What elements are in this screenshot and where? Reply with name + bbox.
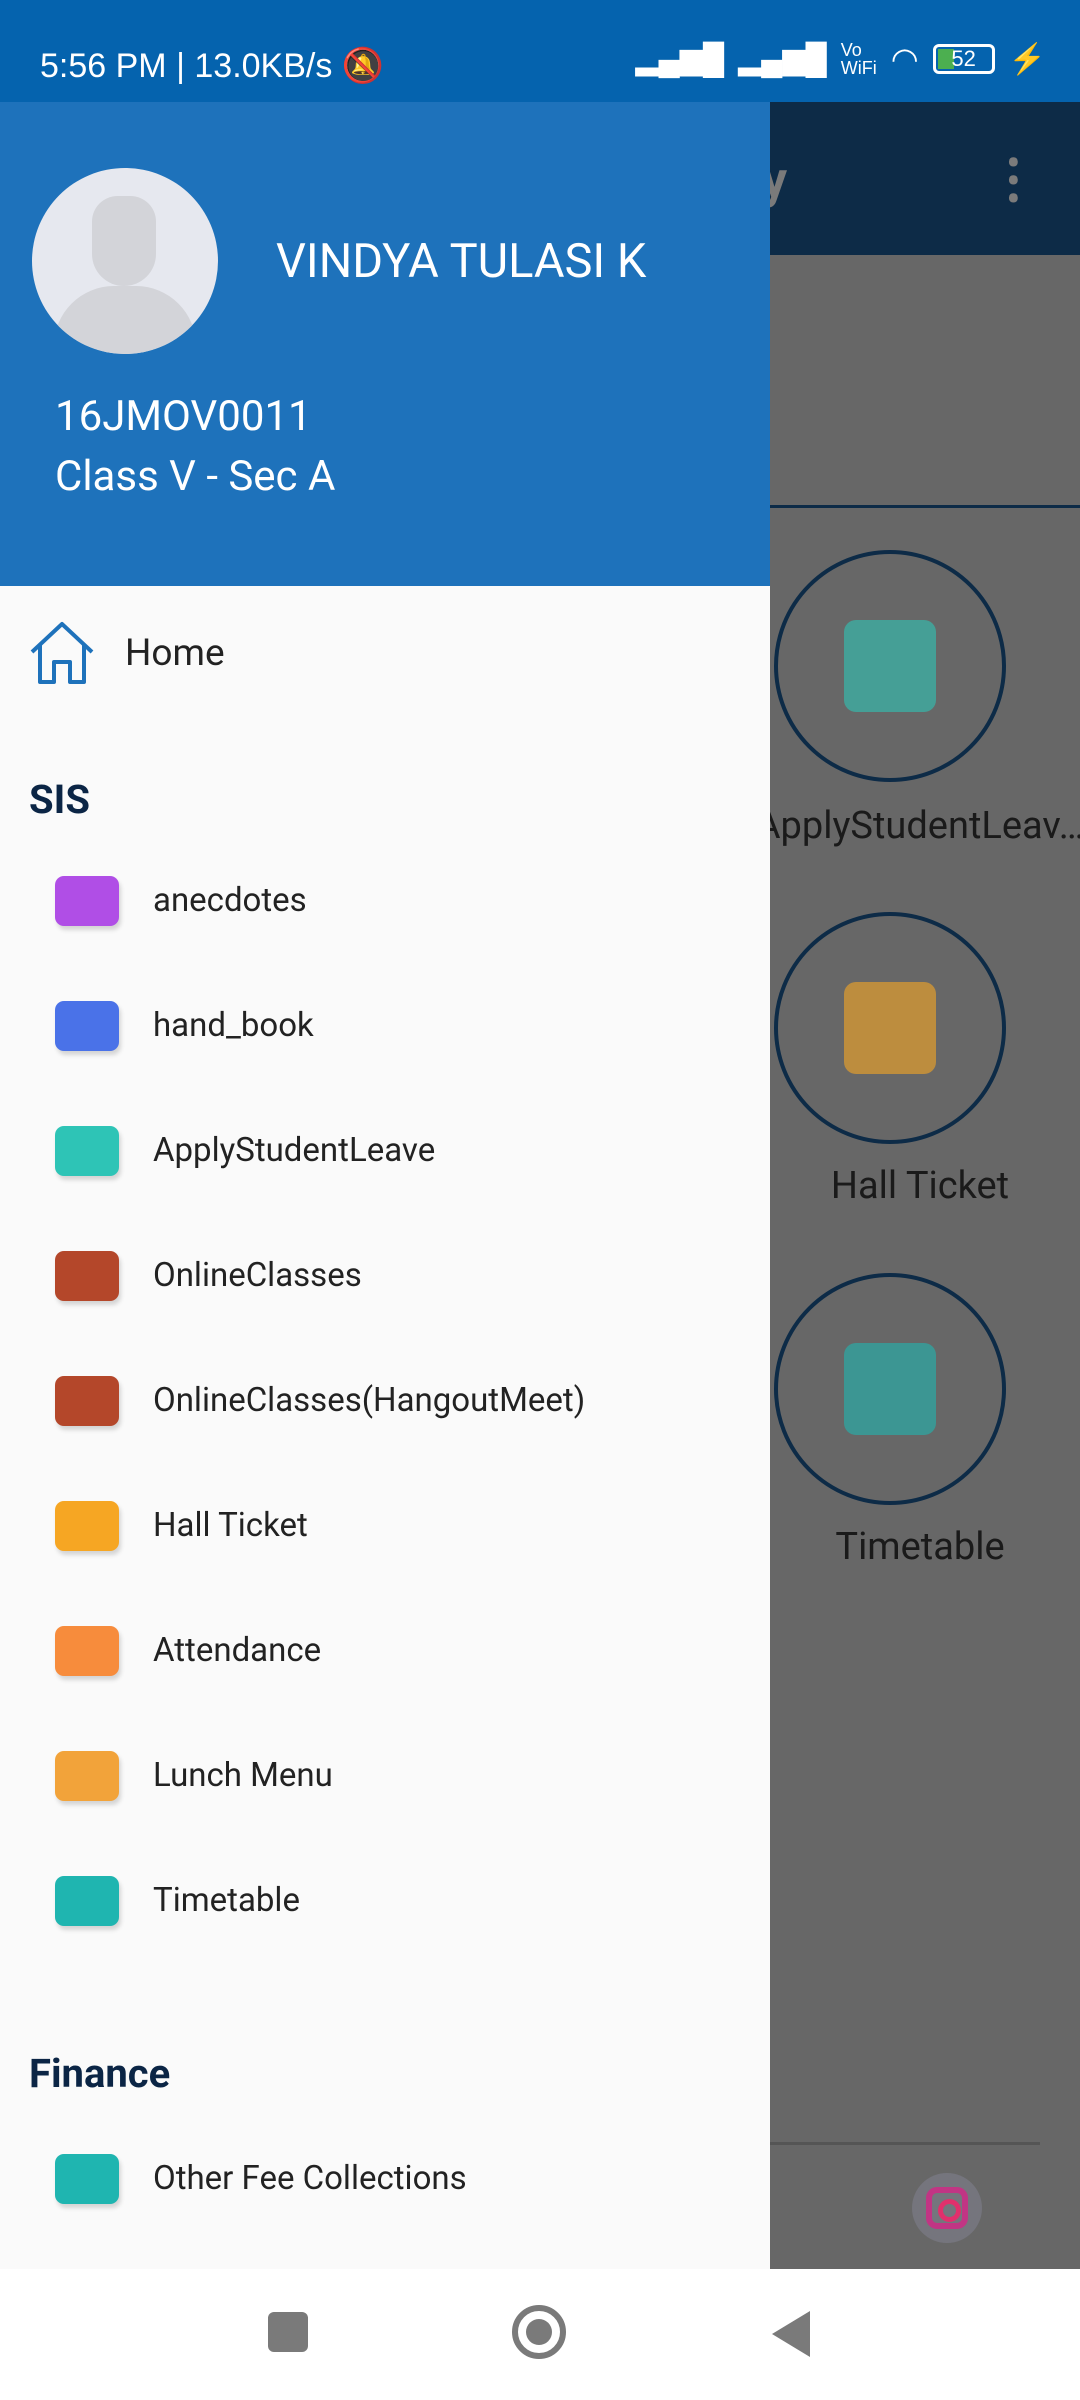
drawer-item-label: anecdotes <box>153 881 307 920</box>
section-header: SIS <box>29 776 90 823</box>
card-icon <box>55 1876 119 1926</box>
tile-timetable[interactable] <box>774 1273 1006 1505</box>
avatar <box>32 168 218 354</box>
drawer-item-label: OnlineClasses(HangoutMeet) <box>153 1381 586 1420</box>
instagram-icon[interactable] <box>912 2173 982 2243</box>
money-icon <box>55 2154 119 2204</box>
monitor-icon <box>844 982 936 1074</box>
charging-icon: ⚡ <box>1008 42 1046 76</box>
clock: 5:56 PM <box>40 47 167 85</box>
drawer-item-label: ApplyStudentLeave <box>153 1131 436 1170</box>
drawer-item[interactable]: OnlineClasses(HangoutMeet) <box>0 1346 770 1456</box>
card-icon <box>844 1343 936 1435</box>
tile-label: ApplyStudentLeav… <box>755 804 1080 848</box>
camera-icon <box>55 876 119 926</box>
drawer-item-label: Lunch Menu <box>153 1756 333 1795</box>
drawer-item-label: Hall Ticket <box>153 1506 308 1545</box>
wifi-icon: ◠ <box>890 41 919 77</box>
user-name: VINDYA TULASI K <box>276 234 647 289</box>
network-speed: 13.0KB/s <box>194 47 333 85</box>
door-icon <box>844 620 936 712</box>
burger-icon <box>55 1751 119 1801</box>
student-id: 16JMOV0011 <box>55 392 312 441</box>
status-bar: 5:56 PM | 13.0KB/s 🔕 ▂▄▆█ ▂▄▆█ Vo WiFi ◠… <box>0 0 1080 102</box>
drawer-item-label: Timetable <box>153 1881 300 1920</box>
monitor-icon <box>55 1501 119 1551</box>
calendar-icon <box>55 1626 119 1676</box>
drawer-header: VINDYA TULASI K 16JMOV0011 Class V - Sec… <box>0 102 770 586</box>
student-class: Class V - Sec A <box>55 452 336 501</box>
drawer-item[interactable]: ApplyStudentLeave <box>0 1096 770 1206</box>
drawer-item[interactable]: anecdotes <box>0 846 770 956</box>
drawer-item[interactable]: Attendance <box>0 1596 770 1706</box>
door-icon <box>55 1126 119 1176</box>
divider <box>770 2142 1040 2145</box>
tile-label: Hall Ticket <box>830 1164 1010 1208</box>
system-nav-bar <box>0 2269 1080 2400</box>
book-icon <box>55 1001 119 1051</box>
tile-label: Timetable <box>835 1525 1005 1569</box>
tile-apply-leave[interactable] <box>774 550 1006 782</box>
navigation-drawer: VINDYA TULASI K 16JMOV0011 Class V - Sec… <box>0 102 770 2269</box>
signal-icon-2: ▂▄▆█ <box>738 42 827 76</box>
tile-hall-ticket[interactable] <box>774 912 1006 1144</box>
drawer-item-label: Attendance <box>153 1631 322 1670</box>
vowifi-icon: Vo WiFi <box>840 40 877 78</box>
board-icon <box>55 1251 119 1301</box>
drawer-item-label: hand_book <box>153 1006 314 1045</box>
drawer-item-label: Other Fee Collections <box>153 2159 467 2198</box>
home-button[interactable] <box>512 2305 566 2359</box>
drawer-item[interactable]: hand_book <box>0 971 770 1081</box>
drawer-item[interactable]: Timetable <box>0 1846 770 1956</box>
back-button[interactable] <box>772 2311 810 2357</box>
drawer-item[interactable]: OnlineClasses <box>0 1221 770 1331</box>
battery-icon: 52 <box>932 44 995 74</box>
signal-icon: ▂▄▆█ <box>635 42 725 76</box>
mute-icon: 🔕 <box>341 47 385 85</box>
drawer-item-label: OnlineClasses <box>153 1256 362 1295</box>
recents-button[interactable] <box>268 2312 308 2352</box>
drawer-item[interactable]: Hall Ticket <box>0 1471 770 1581</box>
divider <box>770 505 1080 508</box>
section-header: Finance <box>29 2050 171 2097</box>
home-icon <box>30 622 94 684</box>
drawer-item[interactable]: Lunch Menu <box>0 1721 770 1831</box>
drawer-item-home[interactable]: Home <box>0 602 770 707</box>
board-icon <box>55 1376 119 1426</box>
drawer-item[interactable]: Other Fee Collections <box>0 2124 770 2234</box>
more-options-icon[interactable]: • • • <box>1006 141 1021 221</box>
